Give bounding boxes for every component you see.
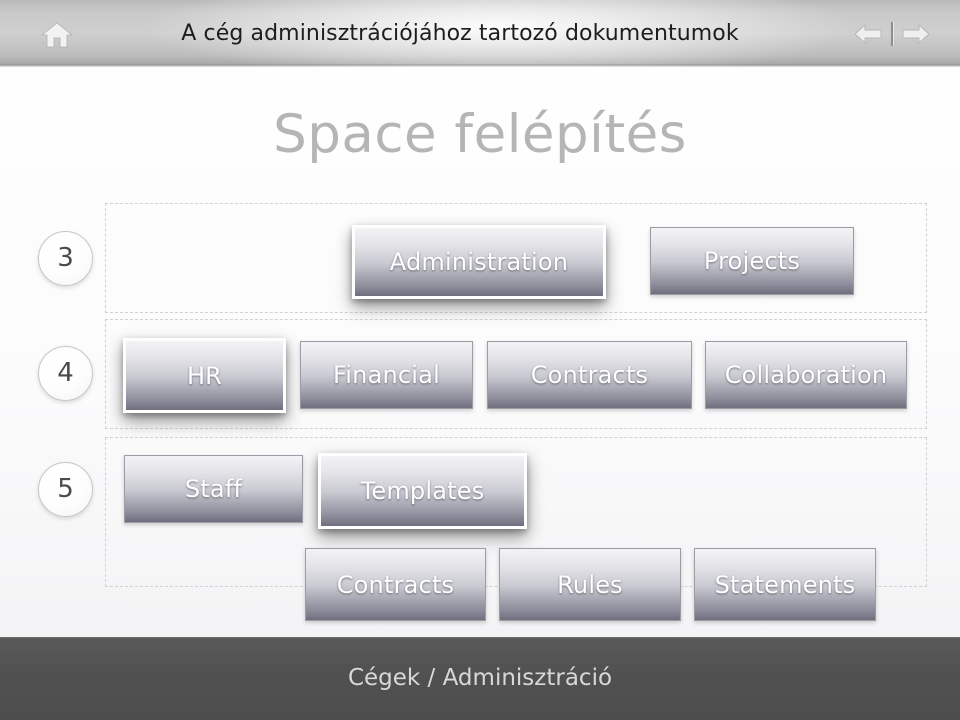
node-label: Collaboration bbox=[724, 361, 888, 389]
step-badge-5: 5 bbox=[38, 462, 93, 517]
node-templates[interactable]: Templates bbox=[318, 453, 527, 529]
node-financial[interactable]: Financial bbox=[300, 341, 473, 409]
node-statements[interactable]: Statements bbox=[694, 548, 876, 621]
node-hr[interactable]: HR bbox=[123, 338, 286, 413]
node-label: Contracts bbox=[530, 361, 649, 389]
node-contracts-row4[interactable]: Contracts bbox=[487, 341, 692, 409]
node-label: Financial bbox=[333, 361, 440, 389]
step-badge-4: 4 bbox=[38, 346, 93, 401]
home-icon[interactable] bbox=[40, 21, 74, 49]
node-label: HR bbox=[186, 361, 223, 390]
node-label: Staff bbox=[184, 475, 243, 503]
node-administration[interactable]: Administration bbox=[352, 225, 606, 299]
slide-canvas: A cég adminisztrációjához tartozó dokume… bbox=[0, 0, 960, 720]
node-label: Rules bbox=[557, 570, 623, 599]
page-title: Space felépítés bbox=[273, 104, 687, 165]
node-rules[interactable]: Rules bbox=[499, 548, 681, 621]
step-badge-3: 3 bbox=[38, 231, 93, 286]
node-contracts-row5[interactable]: Contracts bbox=[305, 548, 486, 621]
node-staff[interactable]: Staff bbox=[124, 455, 303, 523]
node-label: Statements bbox=[714, 570, 856, 599]
header-bar: A cég adminisztrációjához tartozó dokume… bbox=[0, 0, 960, 67]
node-label: Contracts bbox=[336, 570, 455, 599]
nav-arrows bbox=[852, 18, 932, 50]
node-projects[interactable]: Projects bbox=[650, 227, 854, 295]
header-title: A cég adminisztrációjához tartozó dokume… bbox=[181, 21, 739, 46]
node-label: Projects bbox=[703, 247, 801, 275]
nav-divider bbox=[891, 22, 893, 46]
node-label: Administration bbox=[389, 248, 569, 276]
footer-label: Cégek / Adminisztráció bbox=[347, 665, 613, 691]
arrow-right-icon[interactable] bbox=[900, 20, 932, 48]
node-label: Templates bbox=[360, 477, 485, 505]
node-collaboration[interactable]: Collaboration bbox=[705, 341, 907, 409]
arrow-left-icon[interactable] bbox=[852, 20, 884, 48]
footer-bar: Cégek / Adminisztráció bbox=[0, 637, 960, 720]
